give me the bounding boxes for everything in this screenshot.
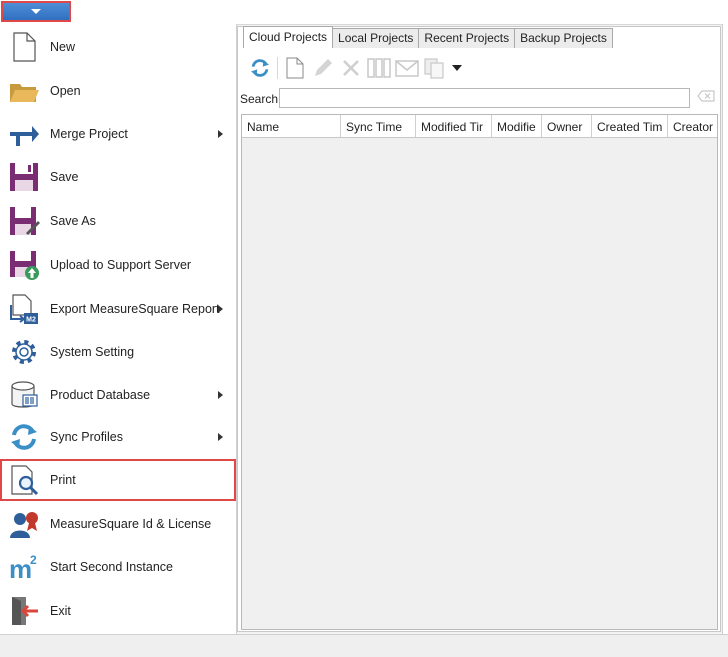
menu-item-label: Upload to Support Server (50, 258, 192, 272)
sync-icon (11, 424, 37, 450)
refresh-button[interactable] (246, 55, 274, 81)
menu-item-license[interactable]: MeasureSquare Id & License (0, 503, 236, 545)
menu-item-second-instance[interactable]: m 2 Start Second Instance (0, 546, 236, 588)
upload-save-icon (10, 251, 39, 280)
m2-icon: m 2 (9, 553, 37, 583)
submenu-arrow-icon (218, 130, 223, 138)
application-menu-button[interactable] (1, 1, 71, 22)
menu-item-system-setting[interactable]: System Setting (0, 331, 236, 373)
column-header-sync-time[interactable]: Sync Time (341, 115, 416, 137)
columns-button[interactable] (365, 55, 393, 81)
menu-item-save-as[interactable]: Save As (0, 200, 236, 242)
app-top-bar (0, 0, 728, 25)
menu-item-new[interactable]: New (0, 26, 236, 68)
bottom-status-strip (0, 634, 728, 657)
menu-item-exit[interactable]: Exit (0, 590, 236, 632)
column-header-name[interactable]: Name (242, 115, 341, 137)
column-header-creator[interactable]: Creator (668, 115, 717, 137)
toolbar-separator (277, 57, 278, 79)
exit-door-icon (12, 597, 38, 625)
search-label: Search (240, 92, 279, 106)
menu-item-label: Print (50, 473, 76, 487)
dropdown-arrow-icon (452, 65, 462, 71)
export-report-icon: M2 (10, 294, 38, 324)
menu-item-label: Save (50, 170, 79, 184)
merge-arrow-icon (10, 126, 39, 146)
refresh-icon (251, 59, 269, 77)
database-icon (11, 381, 38, 408)
delete-button[interactable] (337, 55, 365, 81)
export-badge-text: M2 (26, 317, 36, 324)
copy-button[interactable] (421, 55, 449, 81)
new-file-icon (286, 57, 304, 79)
column-header-modified-by[interactable]: Modifie (492, 115, 542, 137)
menu-item-label: Product Database (50, 388, 151, 402)
clear-search-icon[interactable] (697, 90, 715, 102)
project-tabs: Cloud Projects Local Projects Recent Pro… (243, 26, 613, 48)
email-icon (395, 60, 419, 77)
menu-item-product-database[interactable]: Product Database (0, 374, 236, 416)
menu-item-label: Sync Profiles (50, 430, 123, 444)
grid-header: Name Sync Time Modified Tir Modifie Owne… (242, 115, 717, 138)
menu-item-label: Save As (50, 214, 96, 228)
menu-item-merge-project[interactable]: Merge Project (0, 113, 236, 155)
submenu-arrow-icon (218, 433, 223, 441)
menu-item-label: Export MeasureSquare Report (50, 302, 220, 316)
projects-panel: Cloud Projects Local Projects Recent Pro… (237, 26, 721, 632)
search-input[interactable] (279, 88, 690, 108)
tab-backup-projects[interactable]: Backup Projects (514, 28, 613, 48)
tab-cloud-projects[interactable]: Cloud Projects (243, 26, 334, 48)
project-toolbar (246, 55, 465, 81)
new-document-icon (13, 32, 36, 62)
column-header-created-time[interactable]: Created Tim (592, 115, 668, 137)
application-menu: New Open Merge Project Save Save As Uplo… (0, 24, 237, 634)
menu-item-upload-support[interactable]: Upload to Support Server (0, 244, 236, 286)
delete-x-icon (343, 60, 359, 76)
menu-item-label: New (50, 40, 76, 54)
m2-icon-sup: 2 (30, 553, 37, 567)
columns-icon (367, 58, 391, 78)
edit-pencil-icon (315, 59, 332, 76)
gear-icon (12, 340, 36, 364)
column-header-owner[interactable]: Owner (542, 115, 592, 137)
save-as-icon (10, 207, 40, 235)
menu-item-label: Exit (50, 604, 71, 618)
tab-recent-projects[interactable]: Recent Projects (418, 28, 516, 48)
print-preview-icon (11, 465, 39, 496)
more-dropdown-button[interactable] (449, 55, 465, 81)
projects-grid: Name Sync Time Modified Tir Modifie Owne… (241, 114, 718, 630)
copy-icon (424, 58, 444, 79)
m2-icon-base: m (9, 554, 32, 583)
menu-item-label: Merge Project (50, 127, 128, 141)
menu-item-print[interactable]: Print (0, 459, 236, 501)
email-button[interactable] (393, 55, 421, 81)
menu-item-label: Start Second Instance (50, 560, 173, 574)
tab-local-projects[interactable]: Local Projects (332, 28, 420, 48)
right-edge-strip (722, 24, 728, 634)
save-icon (10, 163, 38, 191)
submenu-arrow-icon (218, 391, 223, 399)
menu-item-sync-profiles[interactable]: Sync Profiles (0, 416, 236, 458)
column-header-modified-time[interactable]: Modified Tir (416, 115, 492, 137)
new-file-button[interactable] (281, 55, 309, 81)
license-user-icon (10, 512, 38, 538)
chevron-down-icon (31, 9, 41, 14)
menu-item-open[interactable]: Open (0, 70, 236, 112)
menu-item-save[interactable]: Save (0, 156, 236, 198)
open-folder-icon (10, 84, 39, 102)
menu-item-export-report[interactable]: M2 Export MeasureSquare Report (0, 288, 236, 330)
menu-item-label: System Setting (50, 345, 135, 359)
edit-button[interactable] (309, 55, 337, 81)
menu-item-label: MeasureSquare Id & License (50, 517, 212, 531)
menu-item-label: Open (50, 84, 81, 98)
submenu-arrow-icon (218, 305, 223, 313)
